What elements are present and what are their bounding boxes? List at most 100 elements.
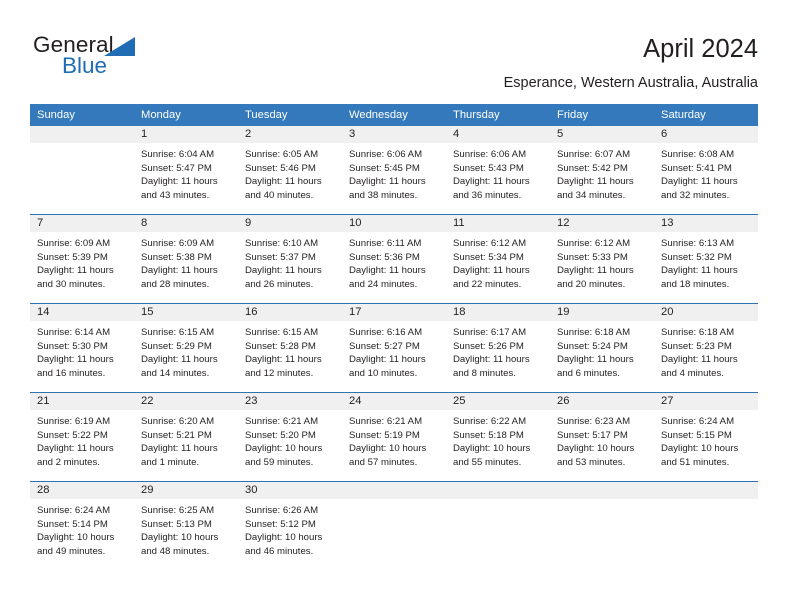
sunrise-time: Sunrise: 6:12 AM [453, 238, 527, 249]
calendar-day-cell[interactable]: 17 Sunrise: 6:16 AM Sunset: 5:27 PM Dayligh… [342, 303, 446, 393]
daylight-duration-line1: Daylight: 10 hours [141, 532, 219, 544]
calendar-day-cell[interactable]: 26 Sunrise: 6:23 AM Sunset: 5:17 PM Dayligh… [550, 392, 654, 482]
day-details: Sunrise: 6:21 AM Sunset: 5:20 PM Daylight:… [238, 410, 342, 469]
day-number: 20 [654, 304, 758, 321]
daylight-duration-line1: Daylight: 11 hours [661, 265, 738, 277]
daylight-duration-line1: Daylight: 11 hours [245, 265, 322, 277]
sunrise-time: Sunrise: 6:12 AM [557, 238, 631, 249]
calendar-day-cell[interactable]: 21 Sunrise: 6:19 AM Sunset: 5:22 PM Dayligh… [30, 392, 134, 482]
daylight-duration-line1: Daylight: 10 hours [349, 443, 427, 455]
daylight-duration-line1: Daylight: 10 hours [557, 443, 635, 455]
calendar-day-cell[interactable]: 13 Sunrise: 6:13 AM Sunset: 5:32 PM Dayligh… [654, 214, 758, 304]
calendar-day-cell[interactable]: 19 Sunrise: 6:18 AM Sunset: 5:24 PM Dayligh… [550, 303, 654, 393]
calendar-day-cell[interactable]: 5 Sunrise: 6:07 AM Sunset: 5:42 PM Daylight… [550, 126, 654, 215]
calendar-day-cell[interactable]: 18 Sunrise: 6:17 AM Sunset: 5:26 PM Dayligh… [446, 303, 550, 393]
general-blue-logo[interactable]: General Blue [33, 33, 233, 80]
day-details: Sunrise: 6:13 AM Sunset: 5:32 PM Daylight:… [654, 232, 758, 291]
calendar-day-cell[interactable]: 1 Sunrise: 6:04 AM Sunset: 5:47 PM Daylight… [134, 126, 238, 215]
sunset-time: Sunset: 5:39 PM [37, 251, 108, 263]
weekday-header-wednesday: Wednesday [342, 104, 446, 126]
day-number: 17 [342, 304, 446, 321]
sunrise-time: Sunrise: 6:09 AM [141, 238, 215, 249]
calendar-day-cell[interactable]: 9 Sunrise: 6:10 AM Sunset: 5:37 PM Daylight… [238, 214, 342, 304]
calendar-day-cell[interactable]: 15 Sunrise: 6:15 AM Sunset: 5:29 PM Dayligh… [134, 303, 238, 393]
daylight-duration-line2: and 16 minutes. [37, 367, 106, 379]
sunrise-time: Sunrise: 6:04 AM [141, 149, 215, 160]
day-number: 21 [30, 393, 134, 410]
day-number: 3 [342, 126, 446, 143]
calendar-day-cell[interactable]: 12 Sunrise: 6:12 AM Sunset: 5:33 PM Dayligh… [550, 214, 654, 304]
daylight-duration-line2: and 57 minutes. [349, 456, 418, 468]
calendar-cell-inner: 6 Sunrise: 6:08 AM Sunset: 5:41 PM Daylight… [654, 126, 758, 214]
daylight-duration-line1: Daylight: 11 hours [349, 176, 426, 188]
calendar-day-cell[interactable]: 20 Sunrise: 6:18 AM Sunset: 5:23 PM Dayligh… [654, 303, 758, 393]
calendar-day-cell[interactable]: 22 Sunrise: 6:20 AM Sunset: 5:21 PM Dayligh… [134, 392, 238, 482]
day-number: 26 [550, 393, 654, 410]
sunrise-time: Sunrise: 6:10 AM [245, 238, 319, 249]
sunset-time: Sunset: 5:14 PM [37, 518, 108, 530]
sunset-time: Sunset: 5:33 PM [557, 251, 628, 263]
day-details: Sunrise: 6:24 AM Sunset: 5:15 PM Daylight:… [654, 410, 758, 469]
calendar-day-cell[interactable]: 24 Sunrise: 6:21 AM Sunset: 5:19 PM Dayligh… [342, 392, 446, 482]
sunset-time: Sunset: 5:46 PM [245, 162, 316, 174]
calendar-empty-cell [342, 481, 446, 570]
calendar-day-cell[interactable]: 3 Sunrise: 6:06 AM Sunset: 5:45 PM Daylight… [342, 126, 446, 215]
day-number [446, 482, 550, 499]
day-details: Sunrise: 6:25 AM Sunset: 5:13 PM Daylight:… [134, 499, 238, 558]
day-number: 9 [238, 215, 342, 232]
calendar-week-row: 28 Sunrise: 6:24 AM Sunset: 5:14 PM Dayligh… [30, 481, 758, 570]
sunrise-time: Sunrise: 6:21 AM [349, 416, 423, 427]
day-details: Sunrise: 6:09 AM Sunset: 5:39 PM Daylight:… [30, 232, 134, 291]
daylight-duration-line2: and 18 minutes. [661, 278, 730, 290]
sunset-time: Sunset: 5:21 PM [141, 429, 212, 441]
calendar-cell-inner: 14 Sunrise: 6:14 AM Sunset: 5:30 PM Dayligh… [30, 304, 134, 392]
sunrise-time: Sunrise: 6:06 AM [349, 149, 423, 160]
calendar-day-cell[interactable]: 14 Sunrise: 6:14 AM Sunset: 5:30 PM Dayligh… [30, 303, 134, 393]
calendar-day-cell[interactable]: 23 Sunrise: 6:21 AM Sunset: 5:20 PM Dayligh… [238, 392, 342, 482]
day-details: Sunrise: 6:04 AM Sunset: 5:47 PM Daylight:… [134, 143, 238, 202]
calendar-day-cell[interactable]: 25 Sunrise: 6:22 AM Sunset: 5:18 PM Dayligh… [446, 392, 550, 482]
sunrise-time: Sunrise: 6:15 AM [245, 327, 319, 338]
page-title: April 2024 [643, 35, 758, 63]
sunrise-time: Sunrise: 6:09 AM [37, 238, 111, 249]
sunset-time: Sunset: 5:13 PM [141, 518, 212, 530]
day-number [30, 126, 134, 143]
calendar-day-cell[interactable]: 10 Sunrise: 6:11 AM Sunset: 5:36 PM Dayligh… [342, 214, 446, 304]
calendar-week-row: 7 Sunrise: 6:09 AM Sunset: 5:39 PM Daylight… [30, 214, 758, 304]
day-details: Sunrise: 6:18 AM Sunset: 5:23 PM Daylight:… [654, 321, 758, 380]
sunrise-time: Sunrise: 6:23 AM [557, 416, 631, 427]
calendar-day-cell[interactable]: 6 Sunrise: 6:08 AM Sunset: 5:41 PM Daylight… [654, 126, 758, 215]
calendar-cell-inner: 1 Sunrise: 6:04 AM Sunset: 5:47 PM Daylight… [134, 126, 238, 214]
calendar-day-cell[interactable]: 2 Sunrise: 6:05 AM Sunset: 5:46 PM Daylight… [238, 126, 342, 215]
calendar-day-cell[interactable]: 7 Sunrise: 6:09 AM Sunset: 5:39 PM Daylight… [30, 214, 134, 304]
calendar-cell-inner: 12 Sunrise: 6:12 AM Sunset: 5:33 PM Dayligh… [550, 215, 654, 303]
day-number: 4 [446, 126, 550, 143]
sunrise-time: Sunrise: 6:24 AM [37, 505, 111, 516]
day-details: Sunrise: 6:07 AM Sunset: 5:42 PM Daylight:… [550, 143, 654, 202]
calendar-day-cell[interactable]: 30 Sunrise: 6:26 AM Sunset: 5:12 PM Dayligh… [238, 481, 342, 570]
calendar-day-cell[interactable]: 4 Sunrise: 6:06 AM Sunset: 5:43 PM Daylight… [446, 126, 550, 215]
calendar-cell-inner: 18 Sunrise: 6:17 AM Sunset: 5:26 PM Dayligh… [446, 304, 550, 392]
sunrise-time: Sunrise: 6:13 AM [661, 238, 735, 249]
day-number [654, 482, 758, 499]
calendar-cell-inner [30, 126, 134, 214]
daylight-duration-line2: and 34 minutes. [557, 189, 626, 201]
weekday-header-friday: Friday [550, 104, 654, 126]
sunset-time: Sunset: 5:47 PM [141, 162, 212, 174]
weekday-header-saturday: Saturday [654, 104, 758, 126]
calendar-day-cell[interactable]: 16 Sunrise: 6:15 AM Sunset: 5:28 PM Dayligh… [238, 303, 342, 393]
calendar-day-cell[interactable]: 11 Sunrise: 6:12 AM Sunset: 5:34 PM Dayligh… [446, 214, 550, 304]
sunset-time: Sunset: 5:45 PM [349, 162, 420, 174]
day-details: Sunrise: 6:14 AM Sunset: 5:30 PM Daylight:… [30, 321, 134, 380]
day-number: 19 [550, 304, 654, 321]
sunset-time: Sunset: 5:27 PM [349, 340, 420, 352]
calendar-day-cell[interactable]: 28 Sunrise: 6:24 AM Sunset: 5:14 PM Dayligh… [30, 481, 134, 570]
calendar-empty-cell [550, 481, 654, 570]
sunrise-time: Sunrise: 6:08 AM [661, 149, 735, 160]
sunset-time: Sunset: 5:23 PM [661, 340, 732, 352]
day-number: 6 [654, 126, 758, 143]
calendar-day-cell[interactable]: 27 Sunrise: 6:24 AM Sunset: 5:15 PM Dayligh… [654, 392, 758, 482]
calendar-day-cell[interactable]: 8 Sunrise: 6:09 AM Sunset: 5:38 PM Daylight… [134, 214, 238, 304]
calendar-day-cell[interactable]: 29 Sunrise: 6:25 AM Sunset: 5:13 PM Dayligh… [134, 481, 238, 570]
sunrise-time: Sunrise: 6:05 AM [245, 149, 319, 160]
